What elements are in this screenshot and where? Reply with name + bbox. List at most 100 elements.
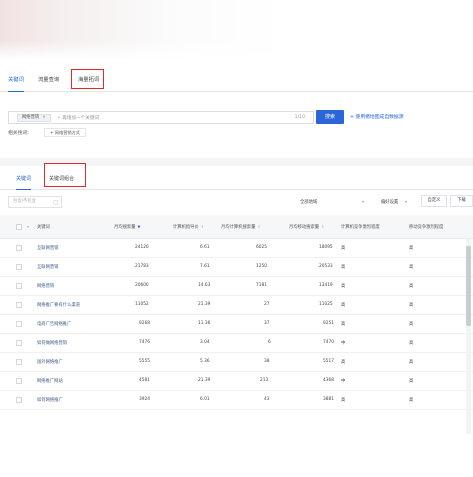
cell-pc-competition: 高 [341,303,346,308]
cell-keyword[interactable]: 如何网络推广 [37,397,63,403]
cell-mobile-search: 5517 [323,359,334,364]
table-row[interactable]: 互联网营销 24120 6.61 6025 18095 高 高 [0,239,473,258]
preference-select[interactable]: 偏好设置 [381,199,398,205]
tab-keyword-list[interactable]: 关键词 [16,175,32,190]
table-scrollbar-thumb[interactable] [466,246,471,326]
cell-monthly-search: 21783 [135,264,149,269]
cell-monthly-search: 5555 [139,359,150,364]
cell-pc-search: 6025 [256,245,267,250]
row-checkbox[interactable] [16,378,22,384]
custom-button[interactable]: 自定义 [421,195,447,207]
cell-mobile-competition: 高 [409,265,414,270]
download-button[interactable]: 下载 [450,195,473,207]
related-label: 相关搜词: [8,131,29,136]
cell-keyword[interactable]: 如何做网络营销 [37,340,67,346]
row-checkbox[interactable] [16,264,22,270]
cell-pc-search: 1250 [256,264,267,269]
table-row[interactable]: 互联网营销 21783 7.61 1250 20533 高 高 [0,258,473,277]
cell-mobile-competition: 高 [409,303,414,308]
cell-pc-competition: 高 [341,322,346,327]
related-keyword-button[interactable]: + 网络营销方式 [44,128,86,137]
table-row[interactable]: 国外网络推广 5555 5.36 38 5517 高 高 [0,353,473,372]
sort-icon[interactable]: ▾ [27,224,29,229]
col-pc-price[interactable]: 计算机指导价 ⇕ [173,224,204,230]
col-monthly-search[interactable]: 月均搜索量 ▼ [114,224,140,230]
table-row[interactable]: 网络推广网站 4581 21.39 213 4368 中 高 [0,372,473,391]
cell-keyword[interactable]: 互联网营销 [37,245,58,251]
cell-mobile-competition: 高 [409,379,414,384]
sort-icon[interactable]: ⇕ [201,224,204,229]
row-checkbox[interactable] [16,340,22,346]
col-keyword[interactable]: 关键词 [37,224,50,230]
col-mobile-search-label: 月均移动搜索量 [289,225,320,230]
cell-pc-price: 5.36 [200,359,210,364]
sort-icon[interactable]: ⇕ [257,224,260,229]
table-row[interactable]: 如何网络推广 3924 6.01 43 3881 高 高 [0,391,473,410]
row-checkbox[interactable] [16,321,22,327]
select-all-checkbox[interactable] [16,224,22,230]
sort-down-icon[interactable]: ▼ [137,224,140,229]
row-checkbox[interactable] [16,359,22,365]
cell-keyword[interactable]: 网络推广网站 [37,378,63,384]
cell-monthly-search: 4581 [139,378,150,383]
cell-monthly-search: 9268 [139,321,150,326]
cell-monthly-search: 20600 [135,283,149,288]
cell-keyword[interactable]: 网络营销 [37,283,54,289]
table-row[interactable]: 电商广告网络推广 9268 11.36 37 9251 高 高 [0,315,473,334]
highlight-box-tab [71,69,104,89]
cell-mobile-competition: 高 [409,360,414,365]
cell-keyword[interactable]: 电商广告网络推广 [37,321,71,327]
keyword-chip[interactable]: 网络营销 × [17,114,51,122]
col-pc-price-label: 计算机指导价 [173,225,199,230]
tab-traffic-query[interactable]: 流量查询 [38,74,59,86]
search-icon[interactable]: □ [53,198,58,208]
cell-pc-competition: 高 [341,246,346,251]
row-checkbox[interactable] [16,245,22,251]
chevron-down-icon[interactable]: ▾ [362,199,364,204]
row-checkbox[interactable] [16,283,22,289]
table-row[interactable]: 网络推广要有什么渠道 11052 21.39 27 11025 高 高 [0,296,473,315]
col-mobile-competition[interactable]: 移动竞争激烈程度 [409,224,443,230]
keyword-count: 1/10 [294,115,305,120]
table-header: ▾ 关键词 月均搜索量 ▼ 计算机指导价 ⇕ 月均计算机搜索量 ⇕ 月均移动搜索量 ⇕ … [0,215,473,239]
filter-input[interactable]: 包含/不包含 □ [8,196,62,208]
cell-keyword[interactable]: 互联网营销 [37,264,58,270]
cell-pc-competition: 高 [341,398,346,403]
cell-mobile-search: 4368 [323,378,334,383]
data-source-link[interactable]: + 使用猪地图成自数据源 [350,113,404,120]
cell-monthly-search: 24120 [135,245,149,250]
cell-pc-search: 37 [264,321,270,326]
col-pc-search[interactable]: 月均计算机搜索量 ⇕ [221,224,261,230]
cell-mobile-search: 13419 [319,283,333,288]
region-select[interactable]: 全部地域 [300,199,317,205]
cell-mobile-competition: 高 [409,284,414,289]
search-placeholder: + 再增加一个关键词 [57,116,100,121]
col-pc-competition[interactable]: 计算机竞争激烈程度 [341,224,380,230]
table-row[interactable]: 网络营销 20600 14.63 7181 13419 高 高 [0,277,473,296]
tab-keywords[interactable]: 关键词 [8,74,24,92]
row-checkbox[interactable] [16,397,22,403]
col-mobile-search[interactable]: 月均移动搜索量 ⇕ [289,224,324,230]
cell-mobile-search: 18095 [319,245,333,250]
cell-pc-price: 21.39 [198,302,211,307]
cell-pc-price: 7.61 [200,264,210,269]
cell-keyword[interactable]: 国外网络推广 [37,359,63,365]
search-button[interactable]: 搜索 [316,110,344,124]
chip-label: 网络营销 [22,115,40,120]
search-panel: 关键词 流量查询 海量拓词 网络营销 × + 再增加一个关键词 1/10 搜索 +… [0,66,473,158]
cell-keyword[interactable]: 网络推广要有什么渠道 [37,302,80,308]
cell-mobile-competition: 高 [409,246,414,251]
cell-pc-search: 213 [260,378,269,383]
sub-tab-bar: 关键词 关键词组合 [0,163,473,190]
chip-close-icon[interactable]: × [42,115,46,120]
cell-mobile-search: 3881 [323,397,334,402]
table-row[interactable]: 如何做网络营销 7476 3.04 6 7470 中 高 [0,334,473,353]
cell-pc-competition: 高 [341,284,346,289]
keyword-search-input[interactable]: 网络营销 × + 再增加一个关键词 1/10 [8,111,314,124]
top-tab-bar: 关键词 流量查询 海量拓词 [0,66,473,92]
cell-pc-search: 43 [264,397,270,402]
row-checkbox[interactable] [16,302,22,308]
cell-pc-search: 6 [268,340,271,345]
sort-icon[interactable]: ⇕ [321,224,324,229]
chevron-down-icon[interactable]: ▾ [405,199,407,204]
